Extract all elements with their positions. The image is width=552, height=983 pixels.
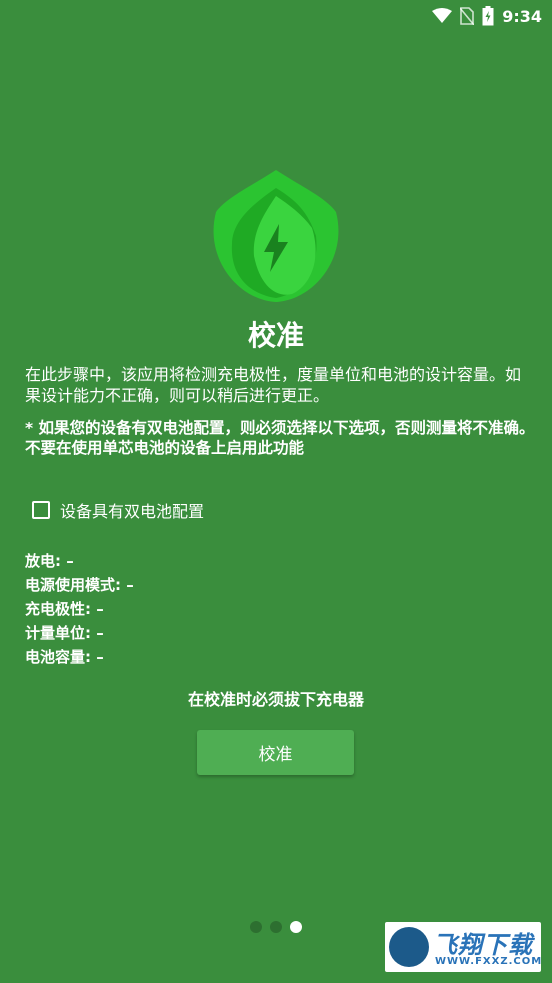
- battery-info-list: 放电: – 电源使用模式: – 充电极性: – 计量单位: – 电池容量: –: [25, 549, 134, 669]
- warning-line-2: 不要在使用单芯电池的设备上启用此功能: [25, 439, 305, 457]
- page-dot-3-active[interactable]: [290, 921, 302, 933]
- warning-line-1: * 如果您的设备有双电池配置，则必须选择以下选项，否则测量将不准确。: [25, 419, 535, 437]
- watermark-logo-icon: [389, 927, 429, 967]
- watermark-text: 飞翔下载: [433, 931, 533, 959]
- status-time: 9:34: [502, 6, 542, 26]
- capacity-info: 电池容量: –: [25, 648, 104, 666]
- unit-info: 计量单位: –: [25, 624, 104, 642]
- page-dot-2[interactable]: [270, 921, 282, 933]
- polarity-info: 充电极性: –: [25, 600, 104, 618]
- calibrate-button[interactable]: 校准: [197, 730, 354, 775]
- status-icons: 9:34: [432, 4, 542, 28]
- checkbox-box[interactable]: [32, 501, 50, 519]
- discharge-info: 放电: –: [25, 552, 74, 570]
- unplug-notice: 在校准时必须拔下充电器: [187, 690, 364, 709]
- power-mode-info: 电源使用模式: –: [25, 576, 134, 594]
- checkbox-label: 设备具有双电池配置: [60, 502, 205, 521]
- page-dot-1[interactable]: [250, 921, 262, 933]
- page-title: 校准: [247, 319, 304, 352]
- watermark: 飞翔下载 WWW.FXXZ.COM: [385, 922, 541, 972]
- no-sim-icon: [460, 7, 475, 25]
- app-logo-leaf-bolt-icon: [213, 170, 339, 302]
- watermark-url: WWW.FXXZ.COM: [435, 956, 541, 967]
- wifi-icon: [432, 8, 453, 23]
- dual-battery-warning: * 如果您的设备有双电池配置，则必须选择以下选项，否则测量将不准确。 不要在使用…: [25, 418, 535, 458]
- page-indicator: [250, 921, 302, 933]
- status-bar: 9:34: [0, 0, 552, 32]
- description-text: 在此步骤中，该应用将检测充电极性，度量单位和电池的设计容量。如果设计能力不正确，…: [25, 365, 522, 405]
- battery-charging-icon: [482, 6, 494, 26]
- dual-battery-checkbox[interactable]: 设备具有双电池配置: [32, 498, 204, 522]
